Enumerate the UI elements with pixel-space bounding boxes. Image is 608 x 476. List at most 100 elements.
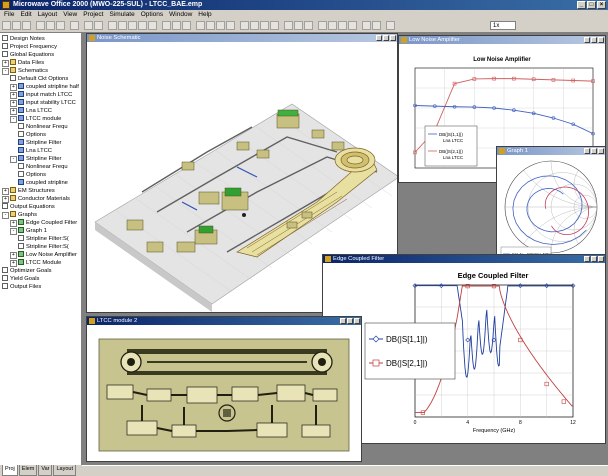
polar-icon[interactable]: [270, 21, 279, 30]
collapse-icon[interactable]: -: [2, 68, 9, 75]
tree-item[interactable]: - Graph 1: [10, 227, 47, 235]
menu-window[interactable]: Window: [169, 10, 192, 19]
tree-item[interactable]: Output Equations: [2, 203, 55, 211]
rotate-icon[interactable]: [338, 21, 347, 30]
smith-icon[interactable]: [260, 21, 269, 30]
tree-item[interactable]: Design Notes: [2, 35, 45, 43]
zoom-in-icon[interactable]: [162, 21, 171, 30]
tree-item[interactable]: Options: [18, 171, 46, 179]
menu-help[interactable]: Help: [198, 10, 211, 19]
expand-icon[interactable]: +: [10, 260, 17, 267]
ltcc-module-window[interactable]: LTCC module 2: [86, 316, 362, 462]
menu-edit[interactable]: Edit: [20, 10, 31, 19]
save-icon[interactable]: [22, 21, 31, 30]
tree-item[interactable]: + Conductor Materials: [2, 195, 70, 203]
tree-item[interactable]: + Low Noise Amplifier: [10, 251, 77, 259]
edge-filter-window[interactable]: Edge Coupled Filter Edge Coupled Filter 0…: [322, 254, 606, 444]
copy-icon[interactable]: [46, 21, 55, 30]
undo-icon[interactable]: [84, 21, 93, 30]
graph-icon[interactable]: [240, 21, 249, 30]
project-tree[interactable]: Design Notes Project Frequency Global Equa…: [0, 33, 82, 465]
menu-file[interactable]: File: [4, 10, 14, 19]
select-icon[interactable]: [108, 21, 117, 30]
tree-item[interactable]: coupled stripline: [18, 179, 68, 187]
close-button[interactable]: ×: [597, 1, 606, 9]
expand-icon[interactable]: +: [2, 60, 9, 67]
tree-item[interactable]: Project Frequency: [2, 43, 57, 51]
maximize-button[interactable]: □: [587, 1, 596, 9]
collapse-icon[interactable]: -: [10, 116, 17, 123]
ltcc-layout-view[interactable]: [87, 325, 361, 461]
expand-icon[interactable]: +: [10, 220, 17, 227]
menu-view[interactable]: View: [63, 10, 77, 19]
tree-item[interactable]: Global Equations: [2, 51, 54, 59]
minimize-button[interactable]: _: [577, 1, 586, 9]
menu-options[interactable]: Options: [141, 10, 163, 19]
collapse-icon[interactable]: -: [2, 212, 9, 219]
tree-item[interactable]: Stripline Filter: [18, 139, 61, 147]
tree-item[interactable]: Optimizer Goals: [2, 267, 52, 275]
tree-item[interactable]: Default Ckt Options: [10, 75, 68, 83]
tree-item[interactable]: Stripline Filter:S(: [18, 235, 69, 243]
measure-icon[interactable]: [318, 21, 327, 30]
tree-item[interactable]: Options: [18, 131, 46, 139]
redo-icon[interactable]: [94, 21, 103, 30]
menu-layout[interactable]: Layout: [38, 10, 58, 19]
tree-item[interactable]: + input stability LTCC: [10, 99, 76, 107]
tree-item[interactable]: - LTCC module: [10, 115, 61, 123]
expand-icon[interactable]: +: [10, 108, 17, 115]
wire-icon[interactable]: [118, 21, 127, 30]
open-icon[interactable]: [12, 21, 21, 30]
em-icon[interactable]: [304, 21, 313, 30]
expand-icon[interactable]: +: [2, 188, 9, 195]
zoom-select[interactable]: 1x: [490, 21, 516, 30]
analyze-icon[interactable]: [196, 21, 205, 30]
expand-icon[interactable]: +: [2, 196, 9, 203]
tree-item[interactable]: Nonlinear Frequ: [18, 163, 68, 171]
tree-item[interactable]: + Data Files: [2, 59, 44, 67]
tree-item[interactable]: + EM Structures: [2, 187, 55, 195]
collapse-icon[interactable]: -: [10, 156, 17, 163]
expand-icon[interactable]: +: [10, 84, 17, 91]
tab-elem[interactable]: Elem: [18, 465, 38, 476]
ground-icon[interactable]: [138, 21, 147, 30]
tree-item[interactable]: Lna LTCC: [18, 147, 52, 155]
tree-item[interactable]: + Lna LTCC: [10, 107, 52, 115]
tab-proj[interactable]: Proj: [2, 465, 18, 476]
zoom-fit-icon[interactable]: [182, 21, 191, 30]
new-icon[interactable]: [2, 21, 11, 30]
cut-icon[interactable]: [36, 21, 45, 30]
flip-icon[interactable]: [348, 21, 357, 30]
tree-item[interactable]: Output Files: [2, 283, 41, 291]
tune-icon[interactable]: [206, 21, 215, 30]
tree-item[interactable]: Stripline Filter:S(: [18, 243, 69, 251]
collapse-icon[interactable]: -: [10, 228, 17, 235]
group-icon[interactable]: [362, 21, 371, 30]
paste-icon[interactable]: [56, 21, 65, 30]
tree-item[interactable]: + Edge Coupled Filter: [10, 219, 77, 227]
port-icon[interactable]: [128, 21, 137, 30]
expand-icon[interactable]: +: [10, 252, 17, 259]
3d-view-icon[interactable]: [284, 21, 293, 30]
help-icon[interactable]: [386, 21, 395, 30]
tree-item[interactable]: - Schematics: [2, 67, 48, 75]
tree-item[interactable]: - Graphs: [2, 211, 37, 219]
optimize-icon[interactable]: [216, 21, 225, 30]
tree-item[interactable]: + input match LTCC: [10, 91, 72, 99]
ungroup-icon[interactable]: [372, 21, 381, 30]
menu-project[interactable]: Project: [83, 10, 103, 19]
tree-item[interactable]: Nonlinear Frequ: [18, 123, 68, 131]
tree-item[interactable]: + coupled stripline half: [10, 83, 79, 91]
expand-icon[interactable]: +: [10, 100, 17, 107]
yield-icon[interactable]: [226, 21, 235, 30]
tree-item[interactable]: Yield Goals: [2, 275, 39, 283]
tab-var[interactable]: Var: [38, 465, 53, 476]
print-icon[interactable]: [70, 21, 79, 30]
tree-item[interactable]: + LTCC Module: [10, 259, 61, 267]
table-icon[interactable]: [250, 21, 259, 30]
tab-layout[interactable]: Layout: [53, 465, 76, 476]
tree-item[interactable]: - Stripline Filter: [10, 155, 61, 163]
mirror-icon[interactable]: [328, 21, 337, 30]
menu-simulate[interactable]: Simulate: [109, 10, 134, 19]
layout-icon[interactable]: [294, 21, 303, 30]
